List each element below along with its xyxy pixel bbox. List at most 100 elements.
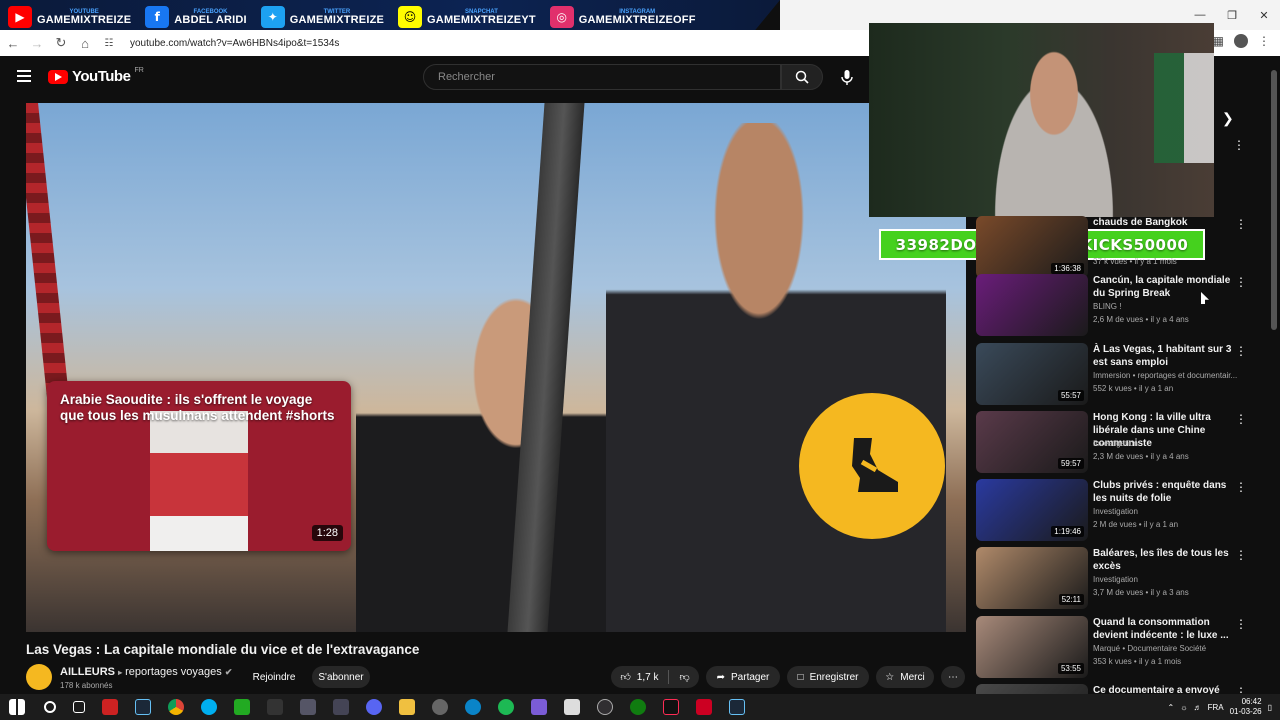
rec-more-icon[interactable]: ⋮ — [1233, 139, 1245, 151]
search-button[interactable] — [781, 64, 823, 90]
video-title[interactable]: Quand la consommation devient indécente … — [1093, 616, 1233, 642]
extensions-icon[interactable]: ▦ — [1213, 34, 1224, 48]
wifi-icon[interactable]: ☼ — [1180, 703, 1187, 712]
discord-icon[interactable] — [366, 699, 382, 715]
recommended-video[interactable]: 1:19:46 Clubs privés : enquête dans les n… — [976, 479, 1266, 541]
steam-icon[interactable] — [729, 699, 745, 715]
channel-name[interactable]: Marqué • Documentaire Société — [1093, 644, 1206, 653]
video-title[interactable]: Clubs privés : enquête dans les nuits de… — [1093, 479, 1233, 505]
edge-icon[interactable] — [465, 699, 481, 715]
youtube-logo[interactable]: YouTube FR — [48, 67, 144, 85]
channel-name[interactable]: Investigation — [1093, 507, 1138, 516]
folder-icon[interactable] — [399, 699, 415, 715]
app-icon[interactable] — [564, 699, 580, 715]
dislike-icon[interactable]: 👎︎ — [679, 671, 689, 683]
task-view-icon[interactable] — [73, 701, 85, 713]
app-icon[interactable] — [300, 699, 316, 715]
video-thumbnail[interactable]: 1:19:46 — [976, 479, 1088, 541]
like-icon[interactable]: 👍︎ — [620, 671, 630, 683]
channel-name[interactable]: Immersion • reportages et documentair... — [1093, 371, 1237, 380]
profile-icon[interactable] — [1234, 34, 1248, 48]
video-title[interactable]: Cancún, la capitale mondiale du Spring B… — [1093, 274, 1233, 300]
subscribe-button[interactable]: S'abonner — [312, 666, 370, 688]
video-title[interactable]: À Las Vegas, 1 habitant sur 3 est sans e… — [1093, 343, 1233, 369]
channel-name[interactable]: Investigation — [1093, 575, 1138, 584]
playlist-name[interactable]: reportages voyages — [125, 666, 222, 678]
channel-name[interactable]: AILLEURS — [60, 666, 115, 678]
video-thumbnail[interactable]: 1:36:38 — [976, 216, 1088, 278]
maximize-button[interactable]: ❐ — [1216, 9, 1248, 22]
epic-icon[interactable] — [267, 699, 283, 715]
video-title[interactable]: Baléares, les îles de tous les excès — [1093, 547, 1233, 573]
hamburger-menu-icon[interactable] — [17, 70, 31, 82]
close-button[interactable]: ✕ — [1248, 9, 1280, 22]
channel-name[interactable]: Investigation — [1093, 439, 1138, 448]
video-thumbnail[interactable]: 59:57 — [976, 411, 1088, 473]
site-info-icon[interactable]: ☷ — [98, 38, 120, 49]
recommended-video[interactable]: Cancún, la capitale mondiale du Spring B… — [976, 274, 1266, 336]
notifications-icon[interactable]: ▯ — [1268, 703, 1272, 712]
app-icon[interactable] — [531, 699, 547, 715]
more-options-icon[interactable]: ⋮ — [1235, 549, 1247, 561]
join-button[interactable]: Rejoindre — [243, 666, 305, 688]
thanks-button[interactable]: ☆ Merci — [876, 666, 934, 688]
tray-expand-icon[interactable]: ⌃ — [1168, 703, 1175, 712]
social-facebook: f FACEBOOK ABDEL ARIDI — [145, 6, 247, 28]
channel-avatar[interactable] — [26, 664, 52, 690]
app-icon[interactable] — [102, 699, 118, 715]
more-actions-button[interactable]: ⋯ — [941, 666, 965, 688]
more-options-icon[interactable]: ⋮ — [1235, 413, 1247, 425]
app-icon[interactable] — [432, 699, 448, 715]
app-icon[interactable] — [696, 699, 712, 715]
steam-icon[interactable] — [135, 699, 151, 715]
video-thumbnail[interactable] — [976, 274, 1088, 336]
search-taskbar-icon[interactable] — [44, 701, 56, 713]
more-options-icon[interactable]: ⋮ — [1235, 276, 1247, 288]
volume-icon[interactable]: ♬ — [1194, 703, 1202, 712]
home-icon[interactable]: ⌂ — [74, 36, 96, 51]
recommended-video[interactable]: 52:11 Baléares, les îles de tous les excè… — [976, 547, 1266, 609]
back-icon[interactable]: ← — [2, 36, 24, 51]
tiktok-icon[interactable] — [663, 699, 679, 715]
more-options-icon[interactable]: ⋮ — [1235, 218, 1247, 230]
minimize-button[interactable]: — — [1184, 9, 1216, 21]
more-options-icon[interactable]: ⋮ — [1235, 345, 1247, 357]
language-indicator[interactable]: FRA — [1208, 703, 1224, 712]
clock[interactable]: 06:42 01-03-26 — [1230, 697, 1262, 717]
save-button[interactable]: □ Enregistrer — [787, 666, 869, 688]
start-icon[interactable] — [9, 699, 25, 715]
xbox-icon[interactable] — [630, 699, 646, 715]
video-title[interactable]: chauds de Bangkok — [1093, 216, 1233, 229]
video-thumbnail[interactable]: 55:57 — [976, 343, 1088, 405]
like-count[interactable]: 1,7 k — [637, 672, 659, 683]
skype-icon[interactable] — [201, 699, 217, 715]
recommended-video[interactable]: 59:57 Hong Kong : la ville ultra libérale… — [976, 411, 1266, 473]
shorts-overlay-card[interactable]: Arabie Saoudite : ils s'offrent le voyag… — [47, 381, 351, 551]
reload-icon[interactable]: ↻ — [50, 35, 72, 51]
app-icon[interactable] — [498, 699, 514, 715]
channel-name[interactable]: BLING ! — [1093, 302, 1121, 311]
video-player[interactable] — [26, 103, 966, 632]
join-label: Rejoindre — [252, 671, 296, 683]
app-icon[interactable] — [333, 699, 349, 715]
share-button[interactable]: ➦ Partager — [706, 666, 780, 688]
url-field[interactable]: youtube.com/watch?v=Aw6HBNs4ipo&t=1534s — [130, 38, 339, 49]
video-thumbnail[interactable]: 52:11 — [976, 547, 1088, 609]
channel-name-row[interactable]: AILLEURS ▸ reportages voyages ✔ — [60, 666, 232, 678]
browser-menu-icon[interactable]: ⋮ — [1258, 34, 1270, 48]
more-options-icon[interactable]: ⋮ — [1235, 481, 1247, 493]
obs-icon[interactable] — [597, 699, 613, 715]
scrollbar[interactable] — [1271, 70, 1277, 330]
chevron-right-icon[interactable]: ❯ — [1222, 110, 1234, 127]
microphone-icon[interactable] — [838, 68, 856, 86]
streamer-webcam — [869, 23, 1214, 217]
search-input[interactable]: Rechercher — [423, 64, 781, 90]
video-thumbnail[interactable]: 53:55 — [976, 616, 1088, 678]
forward-icon[interactable]: → — [26, 36, 48, 51]
chrome-icon[interactable] — [168, 699, 184, 715]
app-icon[interactable] — [234, 699, 250, 715]
more-options-icon[interactable]: ⋮ — [1235, 618, 1247, 630]
recommended-video[interactable]: 55:57 À Las Vegas, 1 habitant sur 3 est s… — [976, 343, 1266, 405]
recommended-video[interactable]: 1:36:38 chauds de Bangkok 37 k vues • il y… — [976, 216, 1266, 278]
recommended-video[interactable]: 53:55 Quand la consommation devient indéc… — [976, 616, 1266, 678]
